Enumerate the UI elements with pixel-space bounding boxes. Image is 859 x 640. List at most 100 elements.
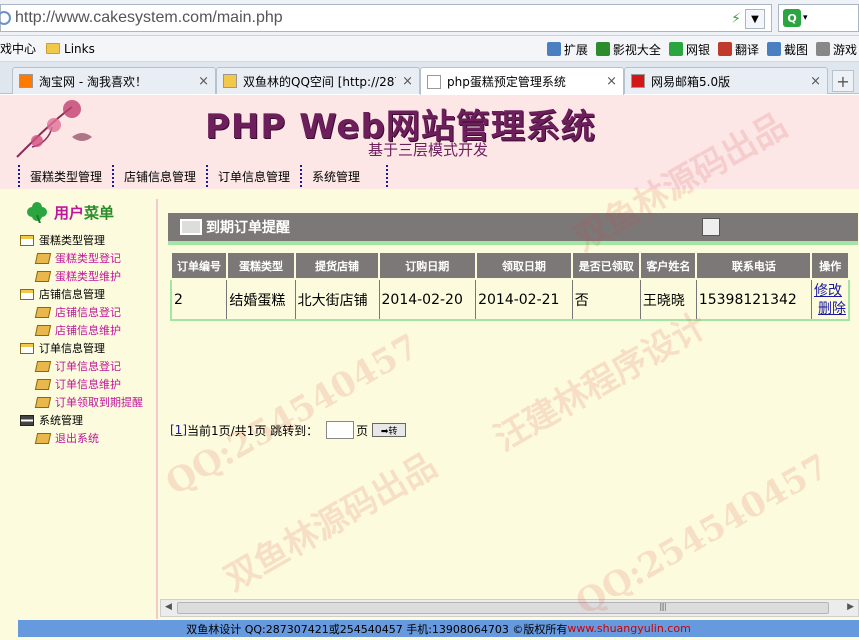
tool-bank[interactable]: 网银	[668, 41, 710, 58]
close-icon[interactable]: ×	[402, 74, 413, 89]
favorite-item[interactable]: 戏中心	[0, 40, 36, 57]
folder-icon	[46, 43, 61, 54]
book-icon	[34, 324, 52, 336]
search-dropdown-icon[interactable]: ▾	[803, 13, 808, 23]
site-subtitle: 基于三层模式开发	[368, 141, 489, 159]
favorites-bar: 戏中心 Links 扩展 影视大全 网银 翻译 截图 游戏	[0, 36, 859, 62]
system-icon	[20, 414, 34, 426]
search-icon[interactable]: Q	[783, 9, 801, 27]
favorite-label: 戏中心	[0, 42, 37, 56]
footer-text: 双鱼林设计 QQ:287307421或254540457 手机:13908064…	[186, 622, 568, 636]
table-cell: 王晓晓	[639, 278, 697, 321]
menu-item[interactable]: 店铺信息管理	[16, 285, 156, 303]
book-icon	[34, 360, 52, 372]
menu-tree: 蛋糕类型管理蛋糕类型登记蛋糕类型维护 店铺信息管理店铺信息登记店铺信息维护 订单信息…	[16, 231, 156, 447]
page-link[interactable]: [1]	[170, 423, 187, 437]
menu-item-label: 系统管理	[39, 414, 83, 427]
go-button[interactable]: ➡转	[372, 423, 407, 437]
edit-document-icon	[180, 219, 202, 235]
clover-icon	[27, 202, 47, 223]
menu-item[interactable]: 蛋糕类型维护	[16, 267, 156, 285]
browser-tab[interactable]: 网易邮箱5.0版 ×	[624, 67, 828, 94]
browser-tab[interactable]: 淘宝网 - 淘我喜欢！ ×	[12, 67, 216, 94]
close-icon[interactable]: ×	[810, 74, 821, 89]
open-folder-icon	[20, 234, 34, 246]
tool-video[interactable]: 影视大全	[595, 41, 661, 58]
menu-item[interactable]: 蛋糕类型登记	[16, 249, 156, 267]
menu-item-label: 蛋糕类型登记	[55, 252, 121, 265]
menu-heading-part2: 菜单	[84, 203, 115, 222]
nav-system[interactable]: 系统管理	[300, 165, 389, 187]
column-header: 客户姓名	[639, 251, 698, 280]
browser-tab[interactable]: 双鱼林的QQ空间 [http://287 ×	[216, 67, 420, 94]
tool-game[interactable]: 游戏	[815, 41, 857, 58]
tool-screenshot[interactable]: 截图	[766, 41, 808, 58]
bank-icon	[668, 42, 683, 56]
page-jump-input[interactable]	[326, 421, 355, 439]
tool-label: 翻译	[734, 42, 759, 57]
url-text[interactable]: http://www.cakesystem.com/main.php	[15, 9, 283, 27]
toolbar: 扩展 影视大全 网银 翻译 截图 游戏	[546, 36, 859, 62]
top-nav: 蛋糕类型管理 店铺信息管理 订单信息管理 系统管理	[0, 163, 859, 189]
edit-link[interactable]: 修改	[814, 282, 846, 300]
scroll-right-icon[interactable]: ▶	[847, 602, 854, 612]
tool-translate[interactable]: 翻译	[717, 41, 759, 58]
table-cell: 2014-02-20	[378, 278, 477, 321]
menu-item[interactable]: 店铺信息维护	[16, 321, 156, 339]
nav-order-info[interactable]: 订单信息管理	[206, 165, 300, 187]
delete-link[interactable]: 删除	[814, 300, 846, 318]
favorite-links[interactable]: Links	[46, 42, 95, 56]
menu-item-label: 店铺信息登记	[55, 306, 121, 319]
scrollbar-thumb[interactable]	[177, 602, 829, 614]
lightning-icon[interactable]: ⚡	[731, 11, 741, 27]
menu-item-label: 订单领取到期提醒	[55, 396, 143, 409]
menu-item[interactable]: 订单信息管理	[16, 339, 156, 357]
table-cell: 否	[571, 278, 641, 321]
menu-item[interactable]: 订单领取到期提醒	[16, 393, 156, 411]
open-folder-icon	[20, 288, 34, 300]
star-icon	[223, 74, 237, 88]
book-icon	[34, 378, 52, 390]
chevron-down-icon[interactable]: ▼	[745, 9, 765, 29]
tool-extensions[interactable]: 扩展	[546, 41, 588, 58]
url-box[interactable]: http://www.cakesystem.com/main.php ⚡ ▼	[0, 4, 772, 32]
flower-logo	[16, 100, 92, 158]
book-icon	[34, 252, 52, 264]
tab-bar: 淘宝网 - 淘我喜欢！ × 双鱼林的QQ空间 [http://287 × php蛋糕预定…	[0, 62, 859, 95]
table-cell: 2	[170, 278, 228, 321]
mail-icon	[631, 74, 645, 88]
favorite-label: Links	[64, 41, 95, 56]
scroll-left-icon[interactable]: ◀	[165, 602, 172, 612]
close-icon[interactable]: ×	[198, 74, 209, 89]
globe-icon	[0, 11, 11, 25]
translate-icon	[717, 42, 732, 56]
horizontal-scrollbar[interactable]: ◀ |||| ▶	[160, 599, 859, 617]
menu-item[interactable]: 蛋糕类型管理	[16, 231, 156, 249]
menu-item[interactable]: 订单信息维护	[16, 375, 156, 393]
game-icon	[815, 42, 830, 56]
tab-label: 网易邮箱5.0版	[651, 74, 731, 89]
book-icon	[34, 306, 52, 318]
menu-item[interactable]: 系统管理	[16, 411, 156, 429]
video-icon	[595, 42, 610, 56]
footer-site-link[interactable]: www.shuangyulin.com	[567, 622, 690, 635]
nav-cake-type[interactable]: 蛋糕类型管理	[18, 165, 112, 187]
page-viewport: PHP Web网站管理系统 基于三层模式开发 蛋糕类型管理 店铺信息管理 订单信…	[0, 95, 859, 640]
nav-shop-info[interactable]: 店铺信息管理	[112, 165, 206, 187]
search-engine-box[interactable]: Q ▾	[778, 4, 859, 32]
screenshot-icon	[766, 42, 781, 56]
browser-tab[interactable]: php蛋糕预定管理系统 ×	[420, 67, 624, 95]
close-icon[interactable]: ×	[606, 74, 617, 89]
menu-item[interactable]: 店铺信息登记	[16, 303, 156, 321]
tool-label: 扩展	[563, 42, 588, 57]
new-tab-button[interactable]: +	[832, 70, 854, 92]
pager-unit: 页	[356, 423, 369, 438]
page-icon	[427, 74, 441, 89]
menu-item[interactable]: 退出系统	[16, 429, 156, 447]
extensions-icon	[546, 42, 561, 56]
menu-item[interactable]: 订单信息登记	[16, 357, 156, 375]
print-icon[interactable]	[702, 218, 720, 236]
menu-item-label: 退出系统	[55, 432, 99, 445]
open-folder-icon	[20, 342, 34, 354]
site-header: PHP Web网站管理系统 基于三层模式开发	[0, 95, 859, 163]
